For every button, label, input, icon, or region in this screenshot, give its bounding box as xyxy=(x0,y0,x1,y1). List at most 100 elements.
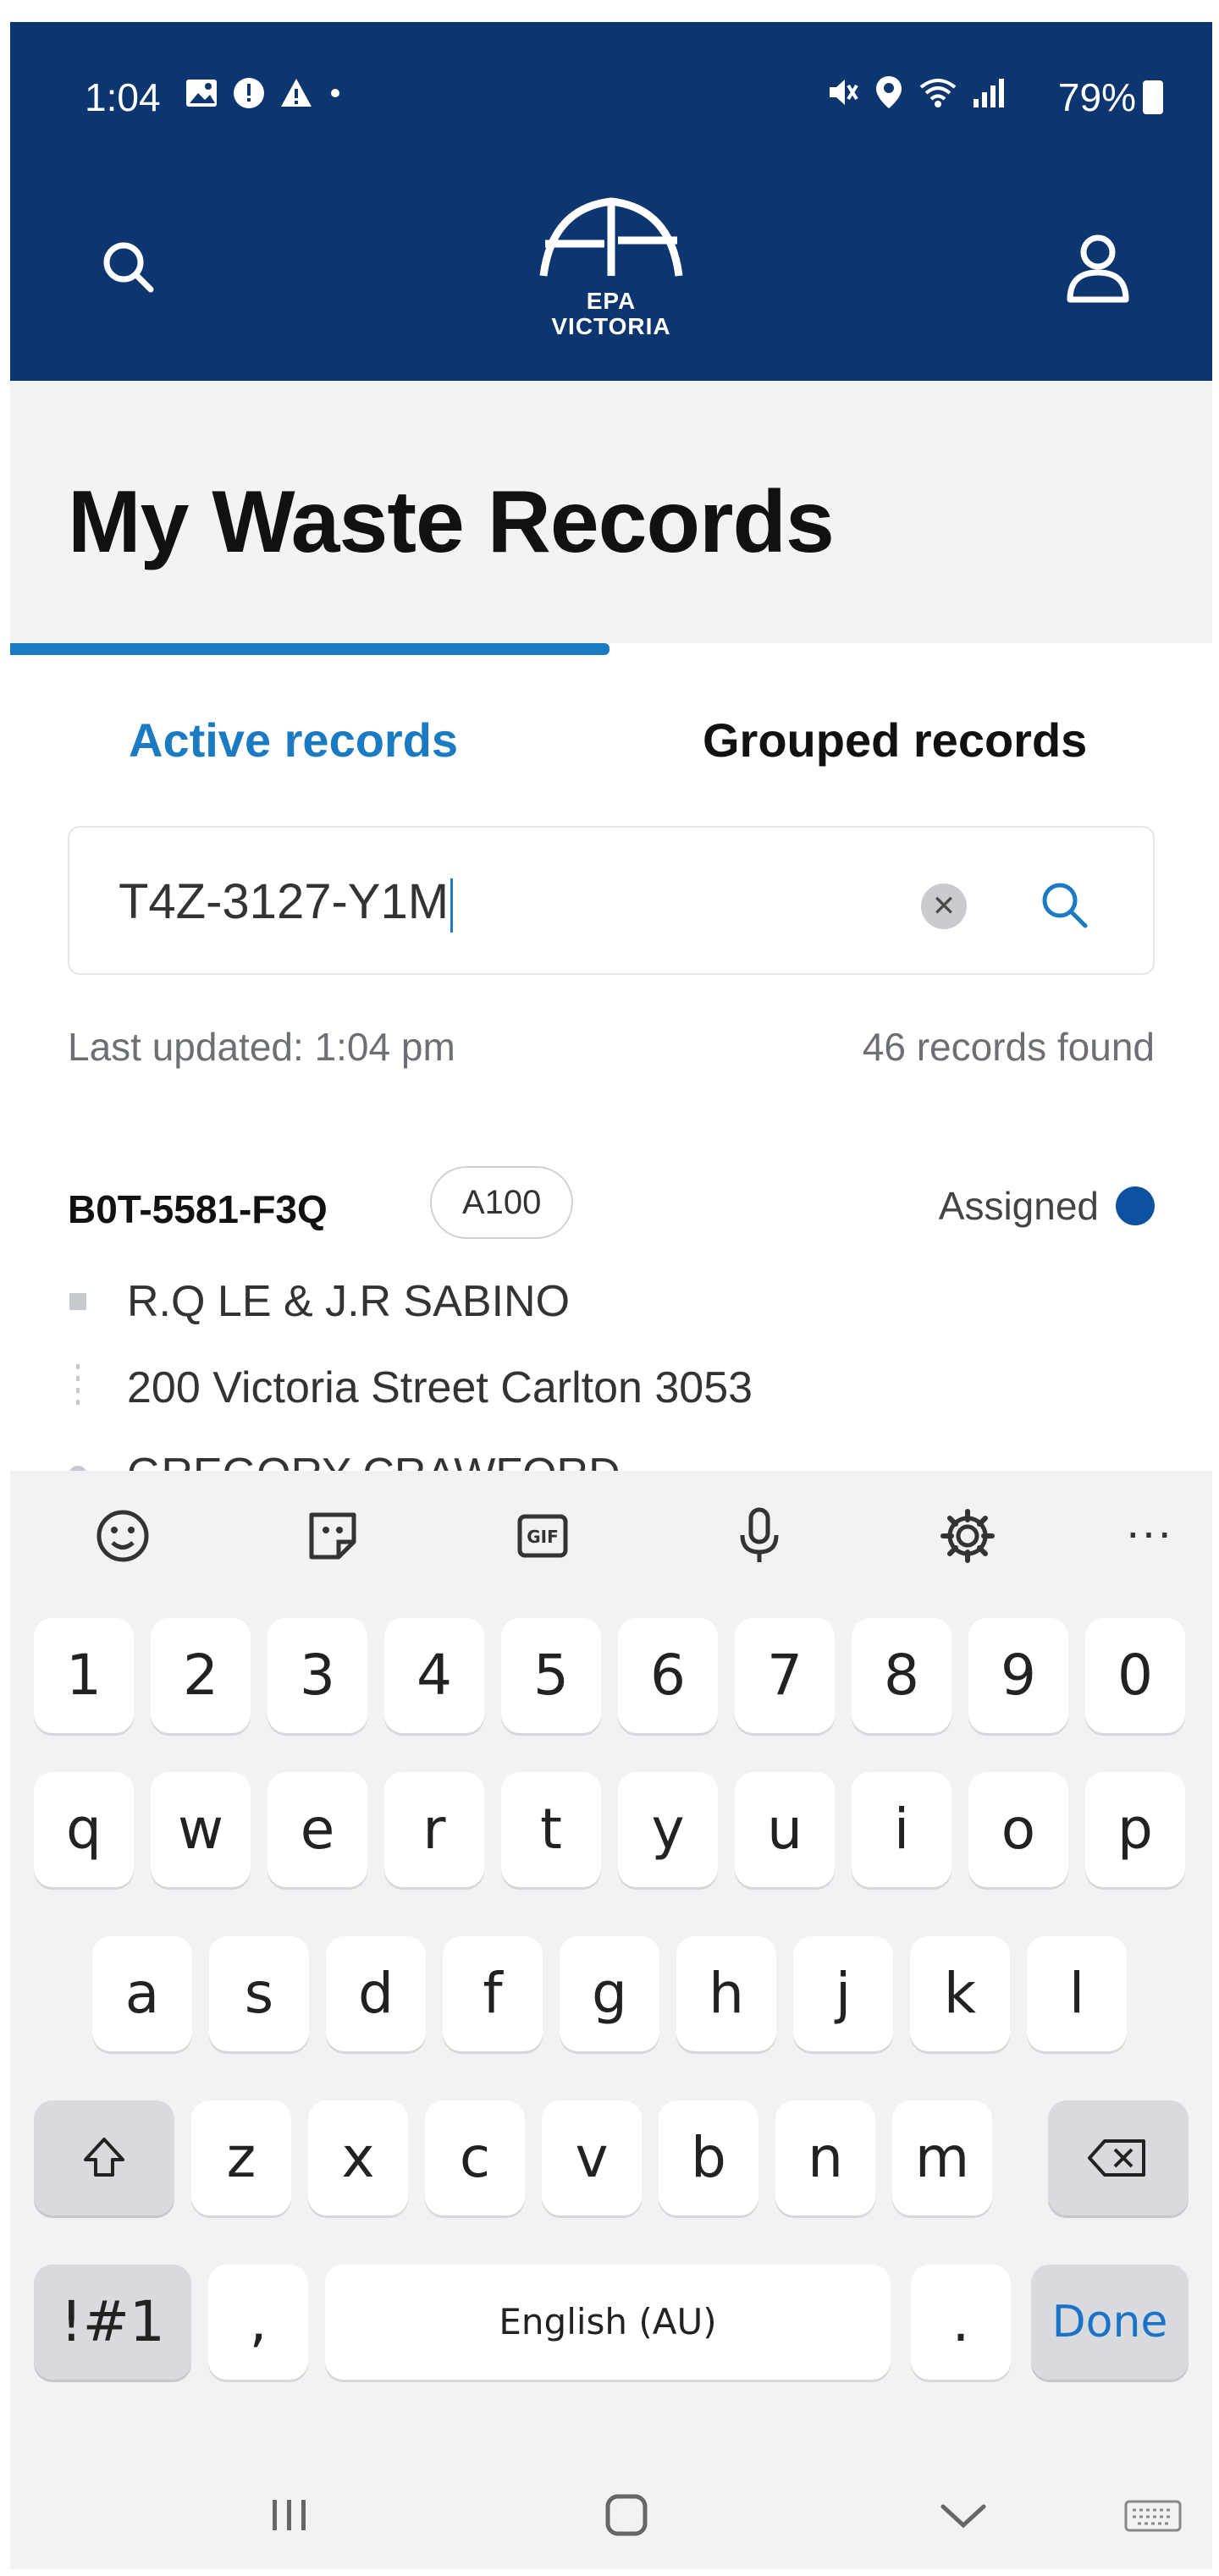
system-nav-bar xyxy=(10,2444,1212,2569)
key-q[interactable]: q xyxy=(34,1772,134,1887)
key-o[interactable]: o xyxy=(968,1772,1068,1887)
keyboard-toggle-icon[interactable] xyxy=(1119,2481,1187,2549)
header-search-icon[interactable] xyxy=(95,234,163,301)
alert-icon xyxy=(234,78,264,108)
tab-grouped-records[interactable]: Grouped records xyxy=(703,713,1087,768)
key-i[interactable]: i xyxy=(852,1772,951,1887)
record-address-text: 200 Victoria Street Carlton 3053 xyxy=(127,1363,753,1412)
key-t[interactable]: t xyxy=(501,1772,601,1887)
settings-gear-icon[interactable] xyxy=(929,1498,1006,1574)
key-e[interactable]: e xyxy=(268,1772,367,1887)
search-text: T4Z-3127-Y1M xyxy=(119,874,450,929)
record-producer-text: R.Q LE & J.R SABINO xyxy=(127,1277,571,1326)
record-card[interactable]: B0T-5581-F3Q A100 Assigned R.Q LE & J.R … xyxy=(68,1164,1155,1499)
key-p[interactable]: p xyxy=(1085,1772,1185,1887)
gif-icon[interactable]: GIF xyxy=(505,1498,581,1574)
key-6[interactable]: 6 xyxy=(618,1618,718,1733)
key-0[interactable]: 0 xyxy=(1085,1618,1185,1733)
clear-search-button[interactable]: ✕ xyxy=(921,883,967,929)
status-icons-left xyxy=(185,76,344,110)
phone-screen: 1:04 79% EPA VICTORIA My Waste Records A… xyxy=(10,22,1212,2569)
key-7[interactable]: 7 xyxy=(735,1618,835,1733)
wifi-icon xyxy=(919,79,957,107)
key-k[interactable]: k xyxy=(910,1936,1010,2051)
status-dot xyxy=(1116,1186,1155,1225)
key-comma[interactable]: , xyxy=(208,2265,308,2380)
tabs: Active records Grouped records xyxy=(10,643,1212,787)
epa-victoria-logo: EPA VICTORIA xyxy=(518,191,704,361)
key-j[interactable]: j xyxy=(793,1936,893,2051)
key-9[interactable]: 9 xyxy=(968,1618,1068,1733)
key-f[interactable]: f xyxy=(443,1936,543,2051)
location-icon xyxy=(876,76,902,108)
logo-text-victoria: VICTORIA xyxy=(551,313,671,339)
key-5[interactable]: 5 xyxy=(501,1618,601,1733)
record-id: B0T-5581-F3Q xyxy=(68,1187,328,1231)
key-h[interactable]: h xyxy=(676,1936,776,2051)
record-status-label: Assigned xyxy=(938,1184,1099,1228)
user-profile-icon[interactable] xyxy=(1060,228,1136,305)
record-status: Assigned xyxy=(939,1183,1155,1229)
key-w[interactable]: w xyxy=(151,1772,251,1887)
key-3[interactable]: 3 xyxy=(268,1618,367,1733)
search-input[interactable]: T4Z-3127-Y1M ✕ xyxy=(68,826,1155,975)
tab-active-records[interactable]: Active records xyxy=(129,713,458,768)
keyboard-toolbar: GIF ··· xyxy=(10,1471,1212,1598)
last-updated: Last updated: 1:04 pm xyxy=(68,1025,455,1069)
status-icons-right xyxy=(826,74,1009,110)
key-8[interactable]: 8 xyxy=(852,1618,951,1733)
emoji-icon[interactable] xyxy=(85,1498,161,1574)
recent-apps-icon[interactable] xyxy=(256,2481,323,2549)
app-header: 1:04 79% EPA VICTORIA xyxy=(10,22,1212,381)
warning-icon xyxy=(281,79,312,107)
key-u[interactable]: u xyxy=(735,1772,835,1887)
signal-icon xyxy=(974,79,1004,107)
key-c[interactable]: c xyxy=(425,2100,525,2215)
text-caret xyxy=(450,878,454,933)
back-chevron-icon[interactable] xyxy=(929,2481,997,2549)
backspace-icon xyxy=(1088,2139,1145,2177)
done-key[interactable]: Done xyxy=(1031,2265,1189,2380)
key-l[interactable]: l xyxy=(1027,1936,1127,2051)
space-key[interactable]: English (AU) xyxy=(325,2265,891,2380)
results-meta: Last updated: 1:04 pm 46 records found xyxy=(68,1024,1155,1083)
key-2[interactable]: 2 xyxy=(151,1618,251,1733)
logo-text-epa: EPA xyxy=(586,288,637,314)
key-y[interactable]: y xyxy=(618,1772,718,1887)
key-g[interactable]: g xyxy=(560,1936,659,2051)
key-a[interactable]: a xyxy=(92,1936,192,2051)
epa-logo-mark xyxy=(539,197,683,277)
mute-icon xyxy=(830,80,858,105)
gif-label: GIF xyxy=(527,1527,559,1547)
record-badge: A100 xyxy=(430,1166,574,1239)
backspace-key[interactable] xyxy=(1048,2100,1189,2215)
sticker-icon[interactable] xyxy=(295,1498,371,1574)
route-dots-icon xyxy=(76,1364,80,1405)
key-z[interactable]: z xyxy=(191,2100,291,2215)
key-m[interactable]: m xyxy=(892,2100,992,2215)
key-v[interactable]: v xyxy=(542,2100,642,2215)
dot-icon xyxy=(331,89,339,97)
key-b[interactable]: b xyxy=(659,2100,758,2215)
key-r[interactable]: r xyxy=(384,1772,484,1887)
image-icon xyxy=(186,80,217,107)
search-submit-icon[interactable] xyxy=(1034,875,1094,934)
key-n[interactable]: n xyxy=(775,2100,875,2215)
onscreen-keyboard: GIF ··· 1234567890 qwertyuiop asdfghjkl zxc… xyxy=(10,1471,1212,2569)
key-d[interactable]: d xyxy=(326,1936,426,2051)
battery-indicator: 79% xyxy=(1058,74,1163,120)
symbols-key[interactable]: !#1 xyxy=(34,2265,191,2380)
key-x[interactable]: x xyxy=(308,2100,408,2215)
more-options-icon[interactable]: ··· xyxy=(1111,1498,1187,1574)
key-period[interactable]: . xyxy=(911,2265,1011,2380)
key-1[interactable]: 1 xyxy=(34,1618,134,1733)
key-s[interactable]: s xyxy=(209,1936,309,2051)
microphone-icon[interactable] xyxy=(721,1498,797,1574)
battery-icon xyxy=(1143,80,1163,114)
home-icon[interactable] xyxy=(593,2481,660,2549)
key-4[interactable]: 4 xyxy=(384,1618,484,1733)
search-input-value[interactable]: T4Z-3127-Y1M xyxy=(119,873,454,933)
building-icon xyxy=(69,1293,86,1310)
shift-icon xyxy=(84,2138,124,2177)
shift-key[interactable] xyxy=(34,2100,174,2215)
